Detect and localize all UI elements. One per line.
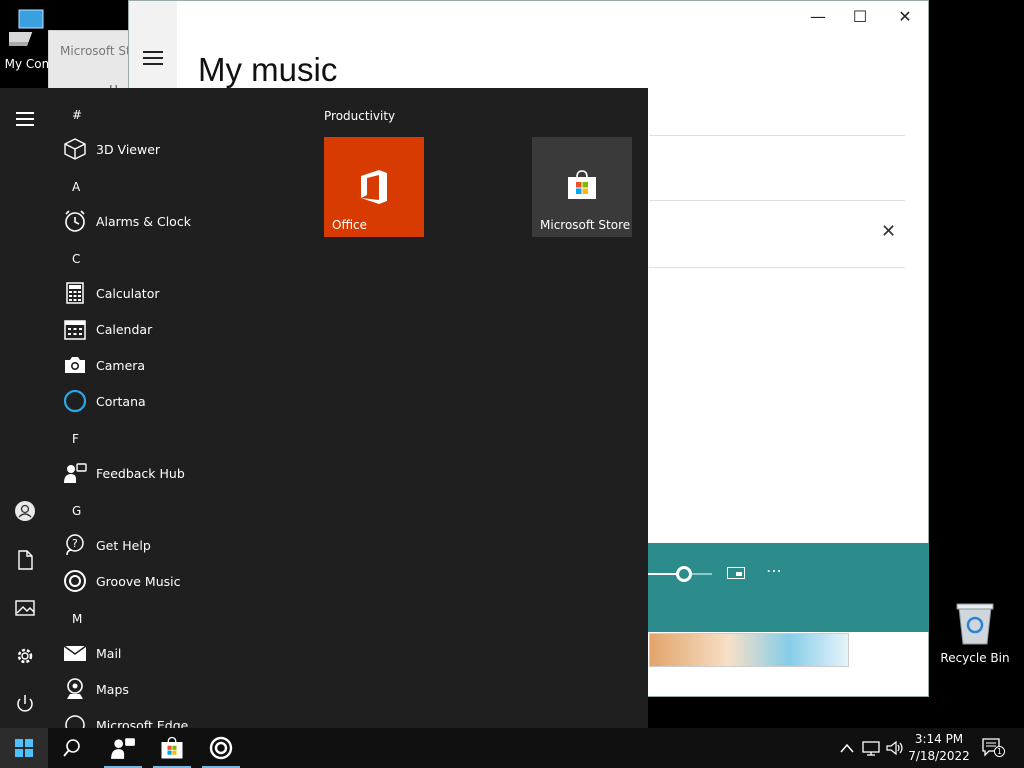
app-list[interactable]: # 3D Viewer A Alarms & Clock C Calculato… xyxy=(48,88,308,728)
letter-header[interactable]: A xyxy=(72,180,80,194)
taskbar-microsoft-store[interactable] xyxy=(148,728,196,768)
app-get-help[interactable]: ? Get Help xyxy=(62,530,151,560)
app-label: Maps xyxy=(96,681,129,697)
mini-player-icon[interactable] xyxy=(727,567,745,579)
taskbar-feedback-hub[interactable] xyxy=(99,728,147,768)
calendar-icon xyxy=(64,320,86,340)
maximize-button[interactable]: ☐ xyxy=(845,7,875,26)
speaker-icon[interactable] xyxy=(886,740,904,756)
app-label: Feedback Hub xyxy=(96,465,185,481)
get-help-icon: ? xyxy=(66,534,84,556)
app-calculator[interactable]: Calculator xyxy=(62,278,159,308)
windows-logo-icon xyxy=(15,739,33,757)
camera-icon xyxy=(65,357,85,373)
taskbar-clock[interactable]: 3:14 PM 7/18/2022 xyxy=(904,731,974,765)
letter-header[interactable]: # xyxy=(72,108,82,122)
app-label: Calculator xyxy=(96,285,160,301)
album-art-thumbnail[interactable] xyxy=(649,633,849,667)
notification-count: 1 xyxy=(994,746,1005,757)
divider xyxy=(649,267,905,268)
app-label: Cortana xyxy=(96,393,146,409)
power-icon[interactable] xyxy=(14,693,36,715)
app-cortana[interactable]: Cortana xyxy=(62,386,146,416)
app-label: Camera xyxy=(96,357,146,373)
recycle-bin-desktop-icon[interactable]: Recycle Bin xyxy=(940,600,1010,665)
store-bag-icon xyxy=(161,736,183,759)
tile-microsoft-store[interactable]: Microsoft Store xyxy=(532,137,632,237)
app-microsoft-edge[interactable]: Microsoft Edge xyxy=(62,710,188,728)
app-maps[interactable]: Maps xyxy=(62,674,129,704)
app-label: Calendar xyxy=(96,321,153,337)
office-icon xyxy=(361,170,387,204)
groove-music-icon xyxy=(64,570,86,592)
divider xyxy=(649,200,905,201)
minimize-button[interactable]: — xyxy=(803,7,833,26)
background-window-title: Microsoft Sto xyxy=(60,44,139,58)
letter-header[interactable]: C xyxy=(72,252,80,266)
store-bag-icon xyxy=(568,170,596,199)
app-label: Get Help xyxy=(96,537,151,553)
tile-label: Microsoft Store xyxy=(540,218,631,232)
settings-gear-icon[interactable] xyxy=(14,645,36,667)
app-groove-music[interactable]: Groove Music xyxy=(62,566,180,596)
tile-group-title[interactable]: Productivity xyxy=(324,109,395,123)
divider xyxy=(649,135,905,136)
maps-icon xyxy=(67,678,83,699)
search-icon xyxy=(63,739,80,757)
taskbar: 3:14 PM 7/18/2022 1 xyxy=(0,728,1024,768)
letter-header[interactable]: M xyxy=(72,612,82,626)
more-options-button[interactable]: ⋯ xyxy=(766,561,783,580)
clock-time: 3:14 PM xyxy=(914,732,964,746)
user-account-icon[interactable] xyxy=(14,500,36,522)
app-camera[interactable]: Camera xyxy=(62,350,145,380)
action-center-button[interactable]: 1 xyxy=(982,738,1005,758)
app-feedback-hub[interactable]: Feedback Hub xyxy=(62,458,185,488)
pictures-icon[interactable] xyxy=(14,597,36,619)
volume-slider-handle[interactable] xyxy=(676,566,692,582)
start-rail xyxy=(0,88,48,728)
app-label: Alarms & Clock xyxy=(96,213,191,229)
tile-office[interactable]: Office xyxy=(324,137,424,237)
recycle-bin-label: Recycle Bin xyxy=(940,651,1010,665)
clock-date: 7/18/2022 xyxy=(908,749,970,763)
dismiss-button[interactable]: ✕ xyxy=(881,221,896,242)
tile-label: Office xyxy=(332,218,368,232)
cortana-icon xyxy=(63,389,87,413)
network-icon[interactable] xyxy=(862,740,880,756)
letter-header[interactable]: F xyxy=(72,432,79,446)
alarm-clock-icon xyxy=(65,210,85,232)
calculator-icon xyxy=(66,282,84,304)
cube-icon xyxy=(64,138,86,160)
app-alarms-clock[interactable]: Alarms & Clock xyxy=(62,206,191,236)
close-button[interactable]: ✕ xyxy=(890,7,920,26)
recycle-bin-icon xyxy=(956,603,994,645)
app-mail[interactable]: Mail xyxy=(62,638,121,668)
documents-icon[interactable] xyxy=(14,549,36,571)
letter-header[interactable]: G xyxy=(72,504,81,518)
app-label: 3D Viewer xyxy=(96,141,161,157)
taskbar-search-button[interactable] xyxy=(48,728,96,768)
feedback-hub-icon xyxy=(111,738,135,759)
app-calendar[interactable]: Calendar xyxy=(62,314,152,344)
edge-icon xyxy=(65,715,85,728)
start-expand-button[interactable] xyxy=(16,112,34,130)
app-3d-viewer[interactable]: 3D Viewer xyxy=(62,134,160,164)
app-label: Groove Music xyxy=(96,573,181,589)
feedback-hub-icon xyxy=(64,463,87,483)
page-title: My music xyxy=(198,51,338,88)
groove-music-icon xyxy=(209,736,233,760)
computer-icon xyxy=(0,9,44,46)
svg-text:?: ? xyxy=(72,537,78,550)
app-label: Microsoft Edge xyxy=(96,717,189,729)
app-label: Mail xyxy=(96,645,122,661)
mail-icon xyxy=(63,645,87,661)
start-button[interactable] xyxy=(0,728,48,768)
chevron-up-icon[interactable] xyxy=(840,742,854,754)
taskbar-groove-music[interactable] xyxy=(197,728,245,768)
start-menu: # 3D Viewer A Alarms & Clock C Calculato… xyxy=(0,88,648,728)
groove-menu-button[interactable] xyxy=(143,51,163,69)
